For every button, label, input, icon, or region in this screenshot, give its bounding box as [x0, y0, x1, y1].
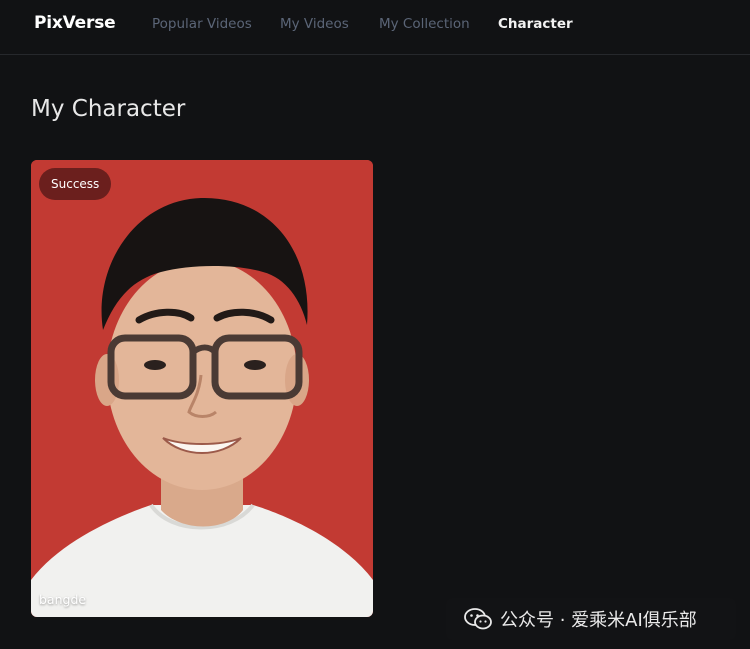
character-card[interactable]: Success bangde: [31, 160, 373, 617]
top-navigation-bar: PixVerse Popular Videos My Videos My Col…: [0, 0, 750, 55]
watermark: 公众号 · 爱乘米AI俱乐部: [446, 598, 736, 640]
wechat-icon: [464, 608, 492, 630]
nav-popular-videos[interactable]: Popular Videos: [152, 16, 252, 32]
pixverse-logo[interactable]: PixVerse: [34, 13, 116, 33]
nav-my-collection[interactable]: My Collection: [379, 16, 470, 32]
status-badge: Success: [39, 168, 112, 200]
nav-my-videos[interactable]: My Videos: [280, 16, 349, 32]
nav-character[interactable]: Character: [498, 16, 573, 32]
character-name: bangde: [39, 592, 87, 607]
page-title: My Character: [31, 96, 186, 122]
character-portrait: [31, 160, 373, 617]
watermark-text: 公众号 · 爱乘米AI俱乐部: [500, 610, 697, 631]
